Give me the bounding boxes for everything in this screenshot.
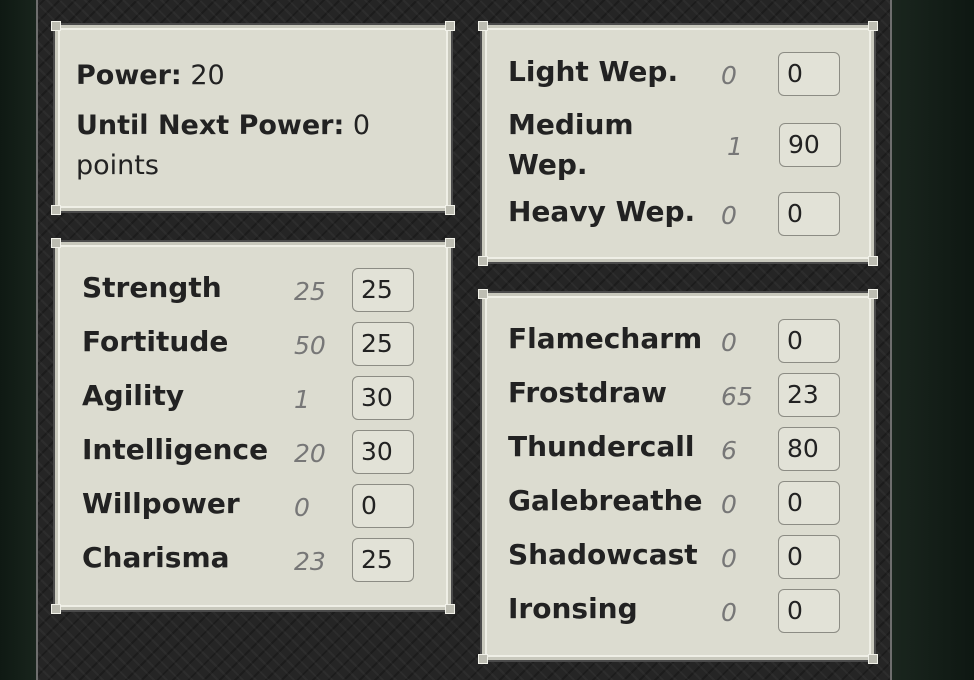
corner-ornament: [868, 654, 878, 664]
magic-label: Thundercall: [508, 430, 695, 463]
stat-points-input[interactable]: 30: [352, 376, 414, 420]
stat-label: Willpower: [82, 487, 240, 520]
until-next-power-unit: points: [76, 150, 159, 181]
weapon-points-input[interactable]: 0: [778, 52, 840, 96]
until-next-power-value: 0: [352, 110, 371, 141]
corner-ornament: [478, 21, 488, 31]
weapon-label-line1: Medium: [508, 108, 634, 141]
stat-base-value: 0: [294, 493, 310, 522]
magic-label: Galebreathe: [508, 484, 703, 517]
magic-points-input[interactable]: 0: [778, 535, 840, 579]
corner-ornament: [478, 256, 488, 266]
corner-ornament: [445, 205, 455, 215]
weapon-points-input[interactable]: 90: [779, 123, 841, 167]
outer-background-left: [0, 0, 36, 680]
magic-panel: Flamecharm 0 0 Frostdraw 65 23 Thunderca…: [478, 289, 878, 664]
attributes-panel: Strength 25 25 Fortitude 50 25 Agility 1…: [51, 238, 455, 614]
stat-label: Charisma: [82, 541, 230, 574]
corner-ornament: [51, 604, 61, 614]
stat-base-value: 1: [294, 385, 310, 414]
magic-base-value: 0: [721, 598, 737, 627]
corner-ornament: [868, 289, 878, 299]
until-next-power-line: Until Next Power: 0: [76, 106, 370, 146]
weapon-points-input[interactable]: 0: [778, 192, 840, 236]
stat-points-input[interactable]: 25: [352, 538, 414, 582]
magic-points-input[interactable]: 0: [778, 319, 840, 363]
corner-ornament: [445, 604, 455, 614]
until-next-power-label: Until Next Power:: [76, 110, 345, 141]
stat-points-input[interactable]: 25: [352, 322, 414, 366]
corner-ornament: [51, 238, 61, 248]
stat-points-input[interactable]: 25: [352, 268, 414, 312]
stat-base-value: 20: [294, 439, 326, 468]
corner-ornament: [445, 21, 455, 31]
magic-label: Ironsing: [508, 592, 638, 625]
corner-ornament: [478, 289, 488, 299]
magic-label: Frostdraw: [508, 376, 668, 409]
magic-points-input[interactable]: 23: [778, 373, 840, 417]
magic-points-input[interactable]: 0: [778, 481, 840, 525]
weapon-base-value: 0: [721, 61, 737, 90]
power-value: 20: [190, 60, 225, 91]
stats-board: Power: 20 Until Next Power: 0 points Lig…: [36, 0, 892, 680]
corner-ornament: [445, 238, 455, 248]
corner-ornament: [868, 256, 878, 266]
magic-base-value: 0: [721, 490, 737, 519]
corner-ornament: [868, 21, 878, 31]
corner-ornament: [478, 654, 488, 664]
power-panel: Power: 20 Until Next Power: 0 points: [51, 21, 455, 215]
magic-base-value: 6: [721, 436, 737, 465]
stat-label: Agility: [82, 379, 185, 412]
weapons-panel: Light Wep. 0 0 Medium Wep. 1 90 Heavy We…: [478, 21, 878, 266]
stat-label: Intelligence: [82, 433, 269, 466]
weapon-label: Heavy Wep.: [508, 195, 696, 228]
outer-background-right: [892, 0, 974, 680]
weapon-label-line2: Wep.: [508, 148, 588, 181]
stat-base-value: 50: [294, 331, 326, 360]
stat-points-input[interactable]: 30: [352, 430, 414, 474]
magic-points-input[interactable]: 0: [778, 589, 840, 633]
magic-base-value: 0: [721, 328, 737, 357]
power-line: Power: 20: [76, 56, 225, 96]
weapon-base-value: 1: [727, 132, 743, 161]
magic-points-input[interactable]: 80: [778, 427, 840, 471]
magic-label: Flamecharm: [508, 322, 703, 355]
magic-base-value: 65: [721, 382, 753, 411]
stat-label: Strength: [82, 271, 222, 304]
stat-base-value: 23: [294, 547, 326, 576]
stat-label: Fortitude: [82, 325, 229, 358]
corner-ornament: [51, 21, 61, 31]
corner-ornament: [51, 205, 61, 215]
power-label: Power:: [76, 60, 182, 91]
stat-points-input[interactable]: 0: [352, 484, 414, 528]
weapon-base-value: 0: [721, 201, 737, 230]
magic-label: Shadowcast: [508, 538, 698, 571]
magic-base-value: 0: [721, 544, 737, 573]
stat-base-value: 25: [294, 277, 326, 306]
weapon-label: Light Wep.: [508, 55, 679, 88]
